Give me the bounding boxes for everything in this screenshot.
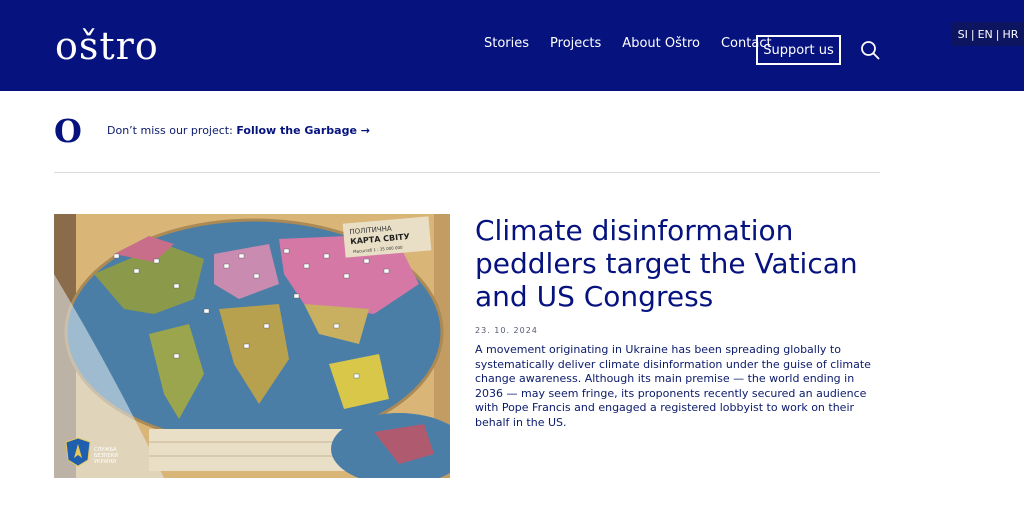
lang-en[interactable]: EN xyxy=(978,28,993,41)
language-switcher: SI | EN | HR xyxy=(952,22,1024,46)
article-image[interactable]: ПОЛІТИЧНА КАРТА СВІТУ Масштаб 1 : 35 000… xyxy=(54,214,450,478)
lang-si[interactable]: SI xyxy=(958,28,968,41)
search-icon[interactable] xyxy=(860,40,880,60)
emblem-text-line3: УКРАЇНИ xyxy=(94,458,116,465)
project-promo: Don’t miss our project: Follow the Garba… xyxy=(107,124,370,137)
lang-hr[interactable]: HR xyxy=(1002,28,1018,41)
nav-stories[interactable]: Stories xyxy=(484,36,529,51)
promo-link[interactable]: Follow the Garbage → xyxy=(236,124,370,137)
site-header: oštro Stories Projects About Oštro Conta… xyxy=(0,0,1024,91)
promo-text: Don’t miss our project: xyxy=(107,124,237,137)
site-logo[interactable]: oštro xyxy=(55,24,159,68)
world-map-photo: ПОЛІТИЧНА КАРТА СВІТУ Масштаб 1 : 35 000… xyxy=(54,214,450,478)
article-title[interactable]: Climate disinformation peddlers target t… xyxy=(475,214,885,313)
support-us-button[interactable]: Support us xyxy=(756,35,841,65)
nav-about[interactable]: About Oštro xyxy=(622,36,700,51)
project-logo-mark: O xyxy=(54,112,82,150)
section-divider xyxy=(54,172,880,173)
article-excerpt: A movement originating in Ukraine has be… xyxy=(475,343,871,429)
article-date: 23. 10. 2024 xyxy=(475,326,538,335)
main-nav: Stories Projects About Oštro Contact xyxy=(484,36,793,51)
lang-separator: | xyxy=(995,27,1000,41)
nav-projects[interactable]: Projects xyxy=(550,36,601,51)
lang-separator: | xyxy=(970,27,975,41)
